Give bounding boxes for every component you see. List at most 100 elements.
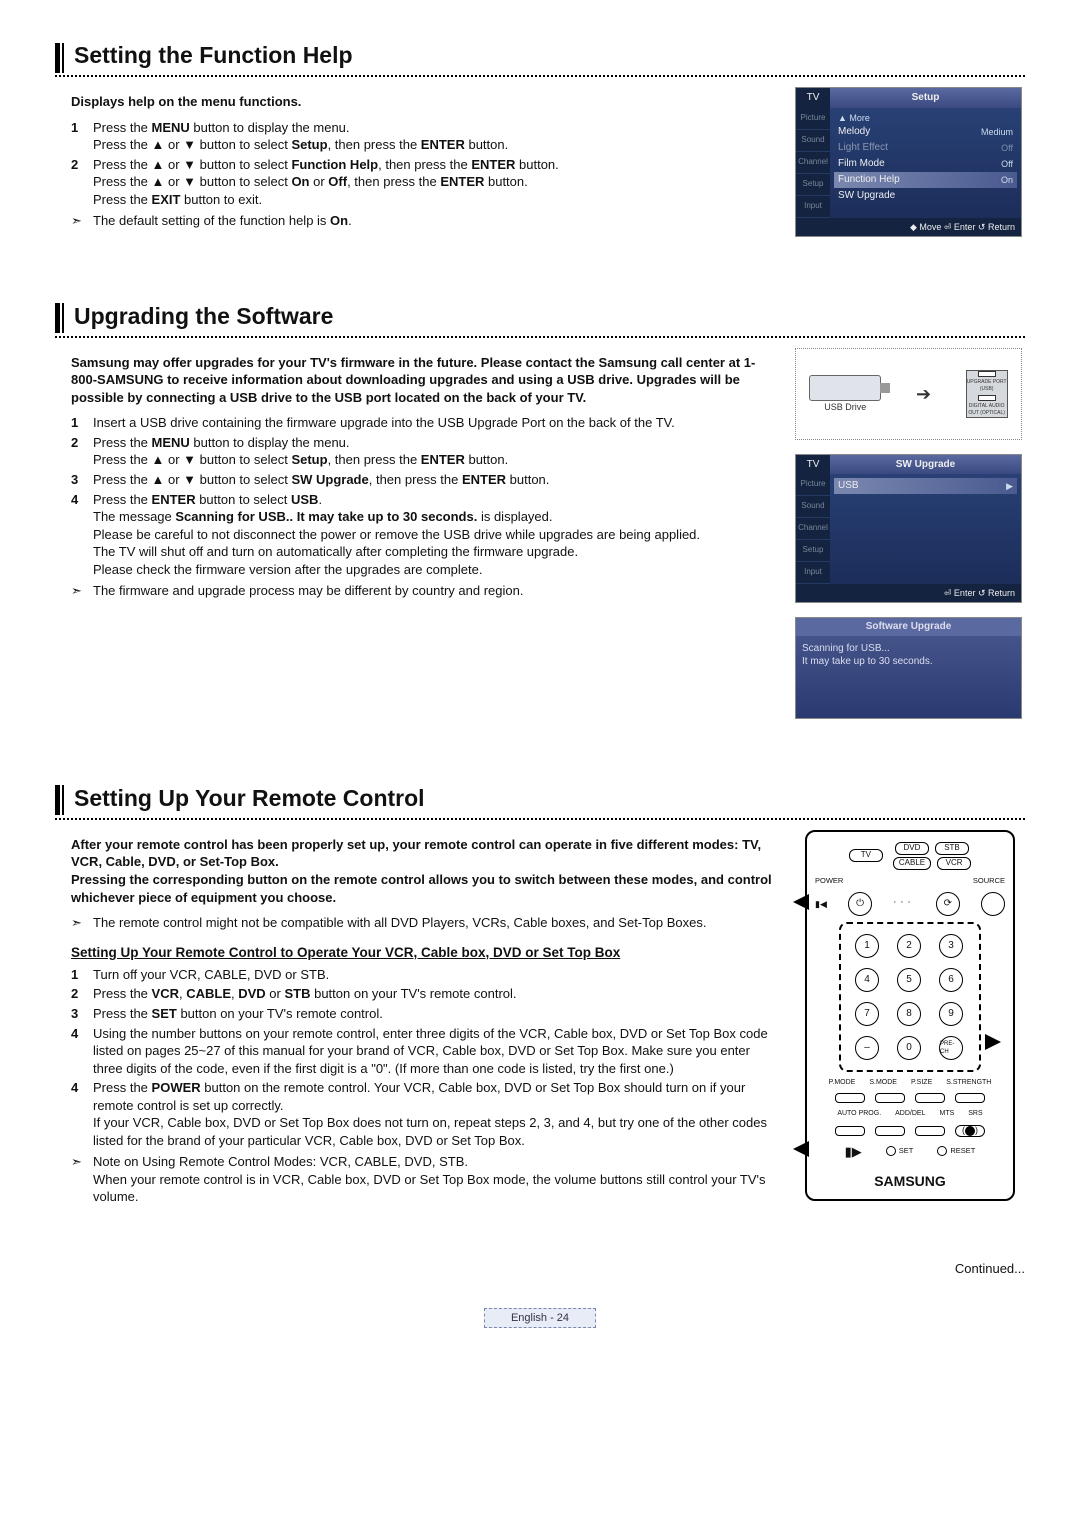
feature-button [875,1126,905,1136]
osd-cat-setup: Setup [796,174,830,196]
step-number: 3 [71,471,93,489]
step-text: Press the MENU button to display the men… [93,434,775,469]
osd-category-bar: Picture Sound Channel Setup Input [796,108,830,218]
osd-item-label: USB [838,479,1006,493]
osd-cat-setup: Setup [796,540,830,562]
mode-cable-button: CABLE [893,857,931,870]
section-heading: Setting Up Your Remote Control [55,783,1025,820]
osd-cat-input: Input [796,196,830,218]
step-text: Press the ▲ or ▼ button to select SW Upg… [93,471,775,489]
osd-cat-channel: Channel [796,518,830,540]
port-label: UPGRADE PORT (USB) [967,379,1007,393]
feature-label: SRS [968,1109,982,1118]
callout-wedge-icon [793,894,809,910]
arrow-right-icon: ➔ [916,382,931,406]
step-number: 4 [71,1025,93,1078]
osd-cat-channel: Channel [796,152,830,174]
dot-icon [965,1126,975,1136]
osd-item-label: Melody [838,125,981,139]
step-number: 1 [71,119,93,154]
feature-label: P.MODE [829,1078,856,1087]
reset-button-icon [937,1146,947,1156]
port-label: DIGITAL AUDIO OUT (OPTICAL) [967,403,1007,417]
feature-label: AUTO PROG. [837,1109,881,1118]
digit-button: 4 [855,968,879,992]
note: ➣ The default setting of the function he… [55,212,775,230]
section-intro: Displays help on the menu functions. [71,93,775,111]
osd-cat-sound: Sound [796,496,830,518]
step-text: Press the ▲ or ▼ button to select Functi… [93,156,775,209]
usb-connection-diagram: USB Drive ➔ UPGRADE PORT (USB) DIGITAL A… [795,348,1022,440]
page-number: English - 24 [484,1308,596,1329]
source-label: SOURCE [973,876,1005,886]
step-list: 1Turn off your VCR, CABLE, DVD or STB. 2… [55,966,775,1149]
step-number: 2 [71,985,93,1003]
mode-stb-button: STB [935,842,969,855]
callout-wedge-icon [793,1141,809,1157]
step-text: Insert a USB drive containing the firmwa… [93,414,775,432]
step-text: Press the VCR, CABLE, DVD or STB button … [93,985,775,1003]
feature-label: ADD/DEL [895,1109,925,1118]
section-title: Upgrading the Software [74,301,333,332]
note: ➣ The remote control might not be compat… [55,914,775,932]
section-remote-setup: Setting Up Your Remote Control After you… [55,783,1025,1210]
heading-ornament [55,785,66,815]
reset-label: RESET [950,1146,975,1156]
heading-ornament [55,43,66,73]
osd-source-label: TV [796,455,830,475]
callout-wedge-icon [985,1034,1001,1050]
section-intro: After your remote control has been prope… [71,836,775,906]
section-upgrading-software: Upgrading the Software Samsung may offer… [55,301,1025,733]
set-label: SET [899,1146,914,1156]
dialog-line: Scanning for USB... [802,642,1015,656]
mode-dvd-button: DVD [895,842,929,855]
digit-button: 6 [939,968,963,992]
set-button-icon [886,1146,896,1156]
osd-item-value: Off [1001,141,1013,155]
step-text: Turn off your VCR, CABLE, DVD or STB. [93,966,775,984]
source-button-icon: ⟳ [936,892,960,916]
generic-button [981,892,1005,916]
section-heading: Upgrading the Software [55,301,1025,338]
step-list: 1Insert a USB drive containing the firmw… [55,414,775,578]
note-text: Note on Using Remote Control Modes: VCR,… [93,1153,775,1206]
digit-button: 2 [897,934,921,958]
mode-tv-button: TV [849,849,883,862]
number-pad: 1 2 3 4 5 6 7 8 9 – 0 PRE-CH [839,922,981,1072]
feature-button [835,1093,865,1103]
power-icon: ⏻ [856,897,864,911]
section-title: Setting Up Your Remote Control [74,783,425,814]
osd-item-value: Off [1001,157,1013,171]
step-text: Press the SET button on your TV's remote… [93,1005,775,1023]
osd-cat-sound: Sound [796,130,830,152]
rewind-icon: ▮◀ [815,898,827,910]
step-number: 1 [71,414,93,432]
brand-logo: SAMSUNG [874,1172,946,1191]
feature-button [875,1093,905,1103]
note: ➣ Note on Using Remote Control Modes: VC… [55,1153,775,1206]
note-arrow-icon: ➣ [71,1153,93,1206]
osd-title: SW Upgrade [830,455,1021,475]
play-icon: ▮▶ [845,1143,862,1161]
note-arrow-icon: ➣ [71,212,93,230]
feature-label: S.MODE [869,1078,897,1087]
note-text: The default setting of the function help… [93,212,352,230]
step-text: Press the ENTER button to select USB.The… [93,491,775,579]
osd-scanning-dialog: Software Upgrade Scanning for USB... It … [795,617,1022,719]
feature-label: S.STRENGTH [946,1078,991,1087]
osd-cat-picture: Picture [796,474,830,496]
osd-footer-hints: ⏎ Enter ↺ Return [796,584,1021,602]
osd-item-label: Light Effect [838,141,1001,155]
indicator-dots-icon: ⠂⠂⠂ [893,899,914,908]
osd-cat-picture: Picture [796,108,830,130]
osd-footer-hints: ◆ Move ⏎ Enter ↺ Return [796,218,1021,236]
osd-sw-upgrade-menu: TV SW Upgrade Picture Sound Channel Setu… [795,454,1022,604]
osd-cat-input: Input [796,562,830,584]
continued-indicator: Continued... [55,1260,1025,1278]
digit-button: 3 [939,934,963,958]
feature-button-row: P.MODE S.MODE P.SIZE S.STRENGTH [815,1078,1005,1087]
step-text: Press the MENU button to display the men… [93,119,775,154]
usb-drive-label: USB Drive [809,401,881,413]
usb-port-icon [978,371,996,378]
heading-ornament [55,303,66,333]
